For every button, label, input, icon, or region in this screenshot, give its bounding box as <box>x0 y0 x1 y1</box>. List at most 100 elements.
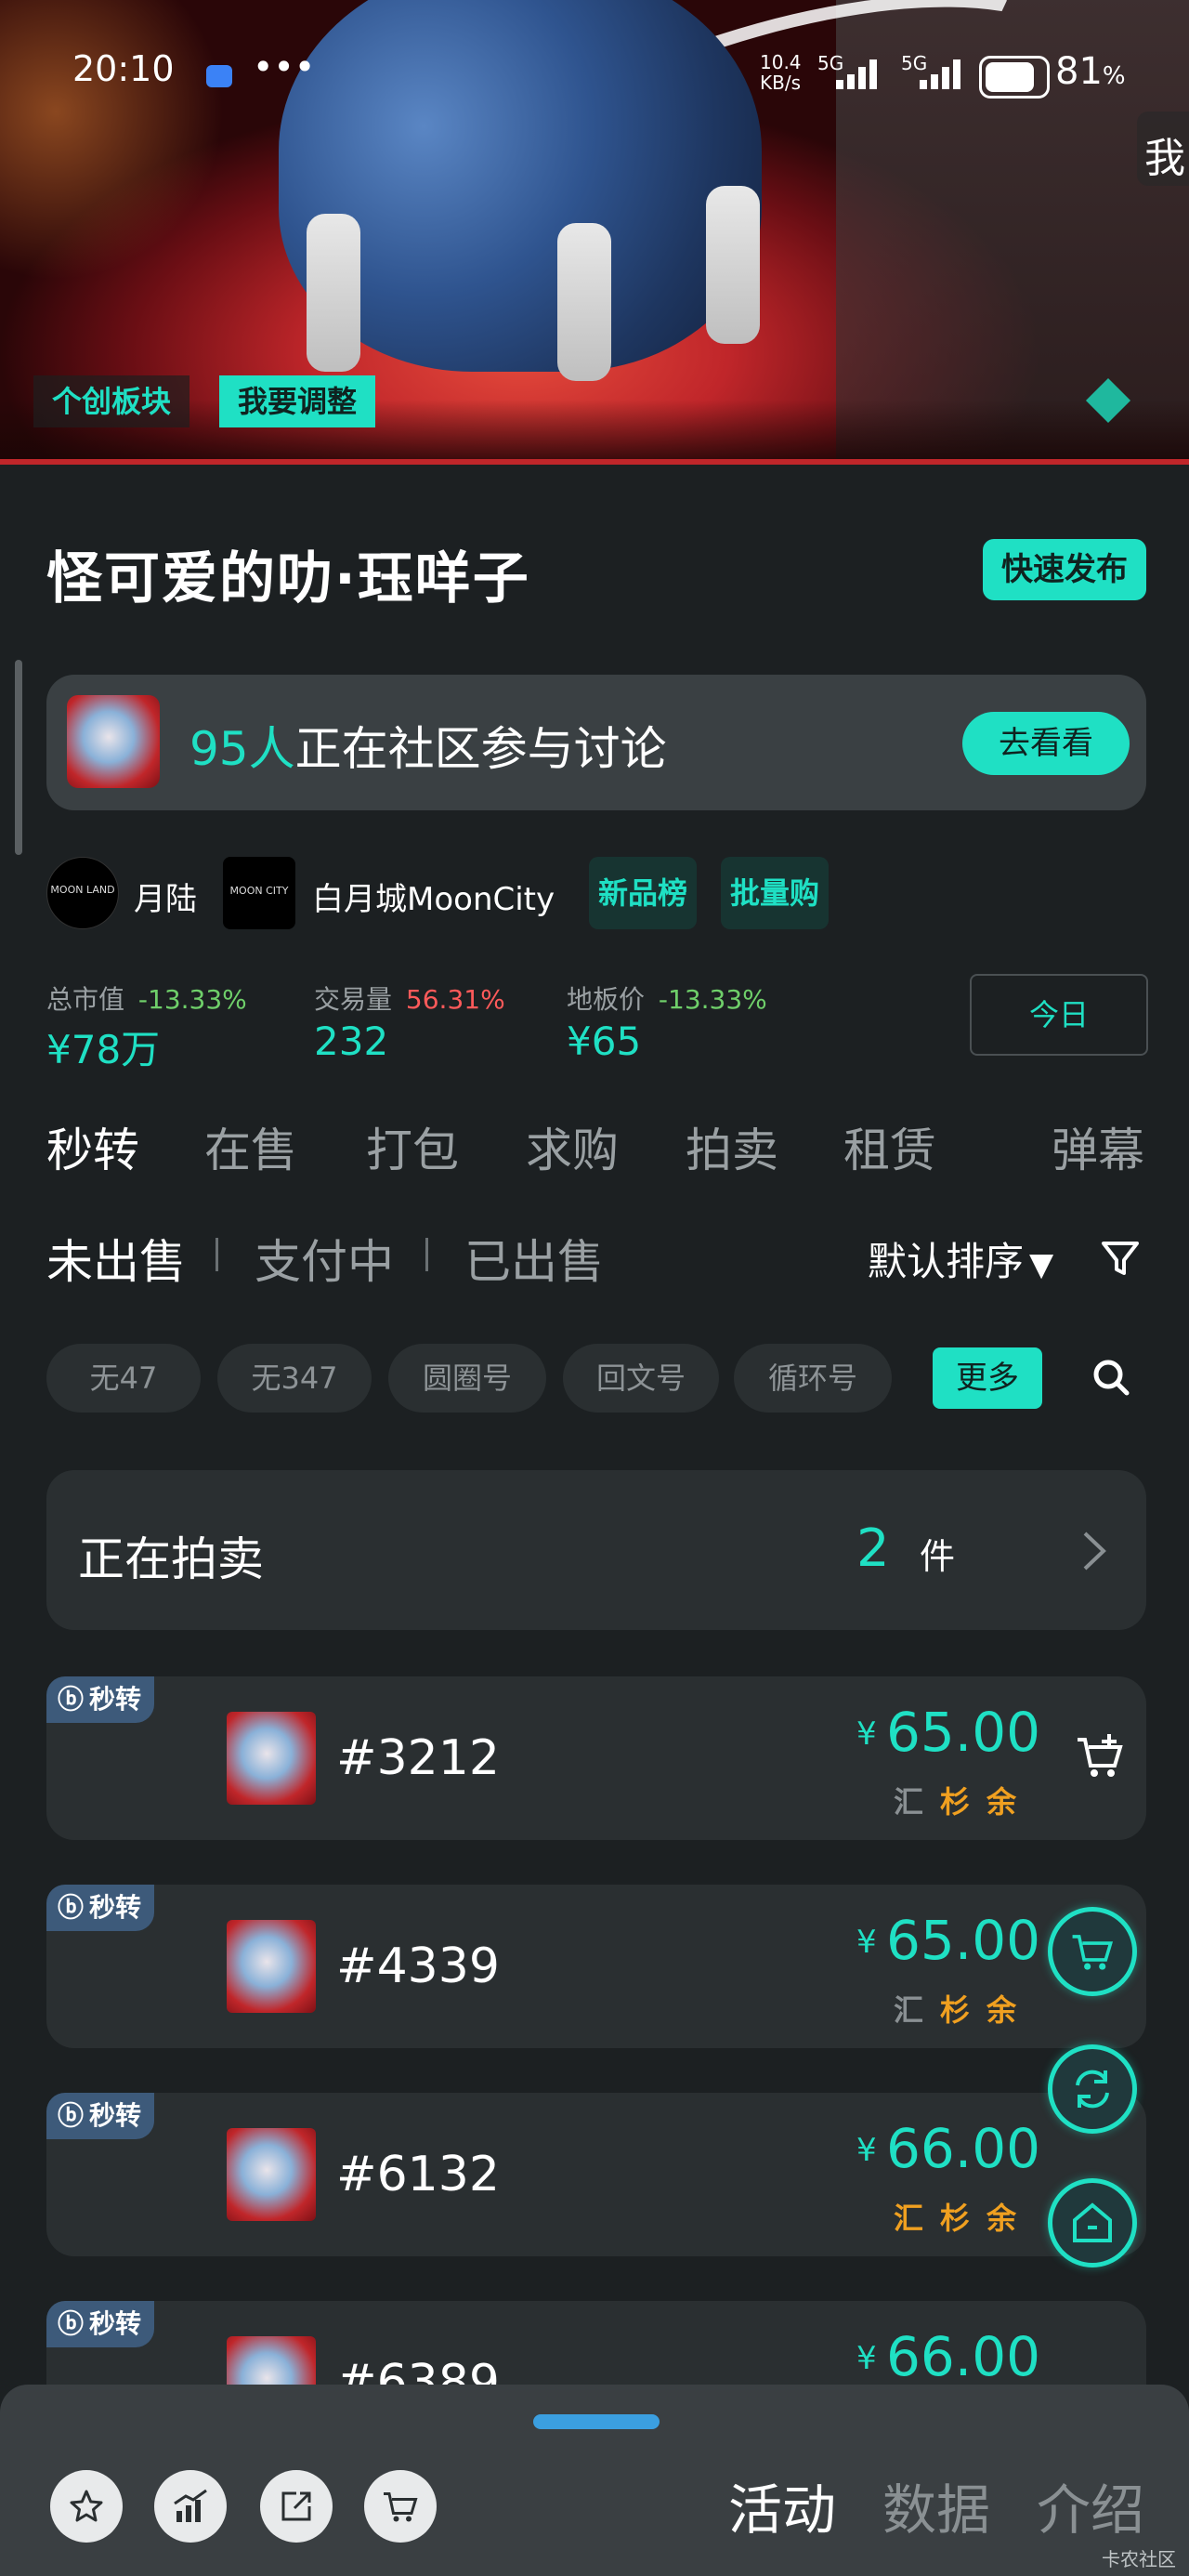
home-float-button[interactable] <box>1048 2178 1137 2267</box>
subtab-unsold[interactable]: 未出售 <box>46 1225 186 1292</box>
lightning-icon: ⓑ <box>58 1892 85 1923</box>
battery-icon <box>979 56 1050 99</box>
stat-change: -13.33% <box>137 984 247 1015</box>
moonland-logo[interactable]: MOON LAND <box>46 857 119 929</box>
favorite-button[interactable] <box>50 2470 123 2543</box>
item-id: #6132 <box>336 2147 500 2202</box>
item-price: 66.00 <box>886 2325 1041 2388</box>
side-drawer-label: 我 <box>1144 135 1185 182</box>
refresh-float-button[interactable] <box>1048 2044 1137 2134</box>
item-thumbnail <box>227 2128 316 2221</box>
cart-float-button[interactable] <box>1048 1907 1137 1996</box>
drag-handle[interactable] <box>533 2414 660 2429</box>
collection-thumbnail <box>67 695 160 788</box>
lightning-icon: ⓑ <box>58 2100 85 2131</box>
pay-tags: 汇杉余 <box>877 1987 1016 2030</box>
instant-badge: ⓑ 秒转 <box>46 2093 155 2139</box>
tag-shan: 杉 <box>940 1784 971 1820</box>
adjust-button[interactable]: 我要调整 <box>219 375 376 427</box>
battery-level: 81% <box>1055 50 1126 93</box>
badge-label: 秒转 <box>89 2308 142 2339</box>
item-thumbnail <box>227 1712 316 1805</box>
cart-icon <box>384 2492 418 2522</box>
stat-label: 地板价 <box>567 984 646 1015</box>
period-select[interactable]: 今日 <box>970 974 1148 1056</box>
chevron-right-icon <box>1076 1528 1113 1574</box>
go-see-button[interactable]: 去看看 <box>962 712 1130 775</box>
sort-select[interactable]: 默认排序 ▼ <box>868 1230 1053 1287</box>
pay-tags: 汇杉余 <box>877 1779 1016 1821</box>
item-thumbnail <box>227 1920 316 2013</box>
filter-chip[interactable]: 循环号 <box>734 1344 892 1413</box>
cart-button[interactable] <box>364 2470 437 2543</box>
tab-rent[interactable]: 租赁 <box>843 1113 936 1180</box>
participant-count: 95人 <box>189 722 295 776</box>
signal-icon <box>836 58 888 89</box>
divider <box>216 1238 218 1271</box>
collection-title: 怪可爱的叻·珏咩子 <box>46 546 530 611</box>
more-filters-button[interactable]: 更多 <box>933 1347 1042 1409</box>
tab-bundle[interactable]: 打包 <box>366 1113 459 1180</box>
pay-tags: 汇杉余 <box>877 2195 1016 2238</box>
tab-data[interactable]: 数据 <box>882 2466 990 2544</box>
badge-label: 秒转 <box>89 1892 142 1923</box>
community-card[interactable]: 95人正在社区参与讨论 去看看 <box>46 675 1146 810</box>
badge-label: 秒转 <box>89 2100 142 2131</box>
new-ranking-badge[interactable]: 新品榜 <box>589 857 697 929</box>
listing-card[interactable]: ⓑ 秒转 #6132 ¥ 66.00 汇杉余 <box>46 2093 1146 2256</box>
stat-label: 交易量 <box>314 984 393 1015</box>
listing-card[interactable]: ⓑ 秒转 #4339 ¥ 65.00 汇杉余 <box>46 1885 1146 2048</box>
stat-change: 56.31% <box>405 984 505 1015</box>
share-icon <box>281 2491 311 2521</box>
filter-chip[interactable]: 无47 <box>46 1344 201 1413</box>
chart-button[interactable] <box>154 2470 227 2543</box>
status-dots: ••• <box>253 46 316 87</box>
stat-floor: 地板价 -13.33% <box>567 979 767 1017</box>
stat-value: ¥78万 <box>46 1027 161 1072</box>
tag-hui: 汇 <box>894 1992 924 2028</box>
side-drawer-tab[interactable]: 我 <box>1137 112 1189 186</box>
tab-danmu[interactable]: 弹幕 <box>1052 1113 1144 1180</box>
scrollbar[interactable] <box>15 660 22 855</box>
filter-chip[interactable]: 回文号 <box>563 1344 719 1413</box>
tag-hui: 汇 <box>894 2201 924 2236</box>
stat-value: ¥65 <box>567 1019 642 1064</box>
bottom-sheet[interactable]: 活动 数据 介绍 <box>0 2385 1189 2576</box>
price-currency: ¥ <box>856 2340 877 2377</box>
filter-icon[interactable] <box>1100 1238 1141 1279</box>
filter-chip[interactable]: 无347 <box>217 1344 372 1413</box>
instant-badge: ⓑ 秒转 <box>46 1676 155 1723</box>
share-button[interactable] <box>260 2470 333 2543</box>
tab-intro[interactable]: 介绍 <box>1037 2466 1144 2544</box>
tag-hui: 汇 <box>894 1784 924 1820</box>
tab-instant-transfer[interactable]: 秒转 <box>46 1113 139 1180</box>
beast-leg <box>557 223 611 381</box>
lightning-icon: ⓑ <box>58 2308 85 2339</box>
brand-name[interactable]: 白月城MoonCity <box>312 874 555 919</box>
add-to-cart-icon[interactable] <box>1074 1730 1126 1782</box>
tab-activity[interactable]: 活动 <box>728 2466 836 2544</box>
bulk-buy-badge[interactable]: 批量购 <box>721 857 829 929</box>
subtab-paying[interactable]: 支付中 <box>255 1225 394 1292</box>
community-message: 正在社区参与讨论 <box>294 722 667 776</box>
auction-row[interactable]: 正在拍卖 2 件 <box>46 1470 1146 1630</box>
item-id: #4339 <box>336 1939 500 1994</box>
listing-card[interactable]: ⓑ 秒转 #3212 ¥ 65.00 汇杉余 <box>46 1676 1146 1840</box>
brand-name[interactable]: 月陆 <box>134 874 197 919</box>
subtab-sold[interactable]: 已出售 <box>464 1225 604 1292</box>
tab-on-sale[interactable]: 在售 <box>204 1113 297 1180</box>
quick-publish-button[interactable]: 快速发布 <box>983 539 1146 600</box>
stat-value: 232 <box>314 1019 389 1064</box>
hero-bottom-line <box>0 459 1189 465</box>
instant-badge: ⓑ 秒转 <box>46 1885 155 1931</box>
tab-auction[interactable]: 拍卖 <box>686 1113 778 1180</box>
mooncity-logo[interactable]: MOON CITY <box>223 857 295 929</box>
search-icon[interactable] <box>1091 1357 1131 1398</box>
filter-chip[interactable]: 圆圈号 <box>388 1344 546 1413</box>
stat-market-cap: 总市值 -13.33% <box>46 979 247 1017</box>
triangle-down-icon: ▼ <box>1029 1246 1054 1283</box>
section-tag[interactable]: 个创板块 <box>33 375 190 427</box>
stat-change: -13.33% <box>658 984 767 1015</box>
item-id: #3212 <box>336 1730 500 1786</box>
tab-buy-request[interactable]: 求购 <box>526 1113 619 1180</box>
